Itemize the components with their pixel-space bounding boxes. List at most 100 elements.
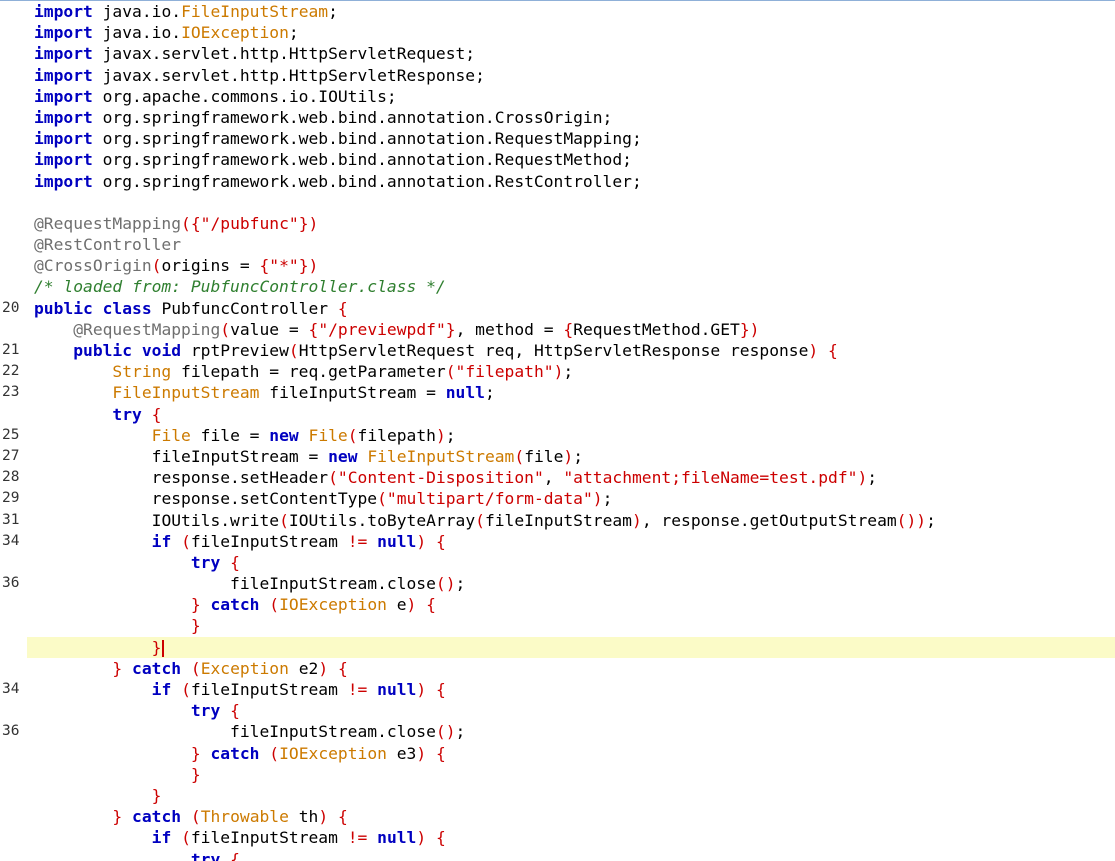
code-line[interactable]: 23 FileInputStream fileInputStream = nul… [0,382,1115,403]
code-line[interactable]: if (fileInputStream != null) { [0,827,1115,848]
code-line[interactable]: import org.apache.commons.io.IOUtils; [0,86,1115,107]
code-text: import org.springframework.web.bind.anno… [34,107,612,128]
code-line[interactable]: import org.springframework.web.bind.anno… [0,149,1115,170]
code-text: import org.apache.commons.io.IOUtils; [34,86,397,107]
code-token: ) [416,828,427,848]
line-number: 29 [2,490,20,507]
code-token: File [308,425,348,445]
code-line[interactable]: 31 IOUtils.write(IOUtils.toByteArray(fil… [0,510,1115,531]
code-token: "Content-Disposition" [337,468,544,488]
code-line[interactable]: 25 File file = new File(filepath); [0,425,1115,446]
code-token: ; [573,446,584,466]
code-line[interactable]: } catch (Exception e2) { [0,658,1115,679]
code-token: response.setHeader [151,468,329,488]
code-token: }) [298,213,319,233]
code-token: Exception [200,658,289,678]
code-line[interactable]: @CrossOrigin(origins = {"*"}) [0,255,1115,276]
code-line[interactable]: 36 fileInputStream.close(); [0,721,1115,742]
code-line[interactable]: try { [0,849,1115,861]
code-token: ) [592,489,603,509]
code-text: try { [34,700,240,721]
code-token: "/previewpdf" [318,319,446,339]
code-line[interactable]: import java.io.FileInputStream; [0,1,1115,22]
code-line[interactable]: try { [0,700,1115,721]
code-token: new [269,425,299,445]
code-line[interactable]: @RequestMapping(value = {"/previewpdf"},… [0,319,1115,340]
code-token: } [112,658,123,678]
code-line[interactable]: 20 public class PubfuncController { [0,298,1115,319]
code-line[interactable]: @RestController [0,234,1115,255]
code-text: try { [34,552,240,573]
line-number: 34 [2,681,20,697]
code-token: { [435,828,446,848]
code-line[interactable]: import org.springframework.web.bind.anno… [0,128,1115,149]
code-text: import java.io.IOException; [34,22,299,43]
code-line[interactable]: } [0,764,1115,785]
code-line[interactable]: 22 String filepath = req.getParameter("f… [0,361,1115,382]
code-token: Throwable [200,807,289,827]
code-line[interactable]: } [0,615,1115,636]
code-line[interactable]: /* loaded from: PubfuncController.class … [0,276,1115,297]
code-line[interactable]: } catch (Throwable th) { [0,806,1115,827]
code-editor[interactable]: import java.io.FileInputStream; import ja… [0,0,1115,861]
code-token: ) [632,510,642,530]
code-token: "filepath" [455,362,554,382]
code-token: null [377,531,417,551]
code-text: File file = new File(filepath); [34,425,456,446]
code-token: ( [514,446,525,466]
code-line[interactable]: 36 fileInputStream.close(); [0,573,1115,594]
code-text: @RequestMapping(value = {"/previewpdf"},… [34,319,759,340]
line-number: 36 [2,575,20,592]
code-token: ( [190,658,201,678]
code-token: import [34,23,93,43]
code-token: { [337,298,348,318]
code-token: try [112,404,142,424]
code-token: File [151,425,191,445]
code-line[interactable]: 21 public void rptPreview(HttpServletReq… [0,340,1115,361]
code-line[interactable]: 28 response.setHeader("Content-Dispositi… [0,467,1115,488]
code-token: try [190,701,221,721]
code-line[interactable]: import java.io.IOException; [0,22,1115,43]
code-token: org.springframework.web.bind.annotation.… [92,150,632,170]
code-line[interactable]: 34 if (fileInputStream != null) { [0,531,1115,552]
code-line[interactable]: try { [0,404,1115,425]
code-token: import [34,44,93,64]
code-token: ( [269,743,280,763]
code-line[interactable]: import org.springframework.web.bind.anno… [0,171,1115,192]
code-line[interactable] [0,192,1115,213]
code-text: FileInputStream fileInputStream = null; [34,382,494,403]
code-token: if [151,828,172,848]
code-line[interactable]: 34 if (fileInputStream != null) { [0,679,1115,700]
code-line[interactable]: @RequestMapping({"/pubfunc"}) [0,213,1115,234]
current-code-line[interactable]: } [27,636,1115,658]
code-line[interactable]: try { [0,552,1115,573]
code-token: ) [416,531,427,551]
code-line[interactable]: 27 fileInputStream = new FileInputStream… [0,446,1115,467]
code-line[interactable]: import javax.servlet.http.HttpServletRes… [0,65,1115,86]
code-line[interactable]: import javax.servlet.http.HttpServletReq… [0,43,1115,64]
code-token: IOUtils.toByteArray [288,510,476,530]
code-line[interactable]: import org.springframework.web.bind.anno… [0,107,1115,128]
code-line[interactable]: } [0,785,1115,806]
code-token: fileInputStream = [259,383,446,403]
code-line[interactable]: } catch (IOException e) { [0,594,1115,615]
code-token: IOException [279,595,387,615]
code-token: catch [132,658,182,678]
code-text: if (fileInputStream != null) { [34,531,446,552]
code-text: import org.springframework.web.bind.anno… [34,149,632,170]
code-line[interactable]: 29 response.setContentType("multipart/fo… [0,488,1115,509]
code-line[interactable]: } catch (IOException e3) { [0,743,1115,764]
code-token: } [112,807,123,827]
